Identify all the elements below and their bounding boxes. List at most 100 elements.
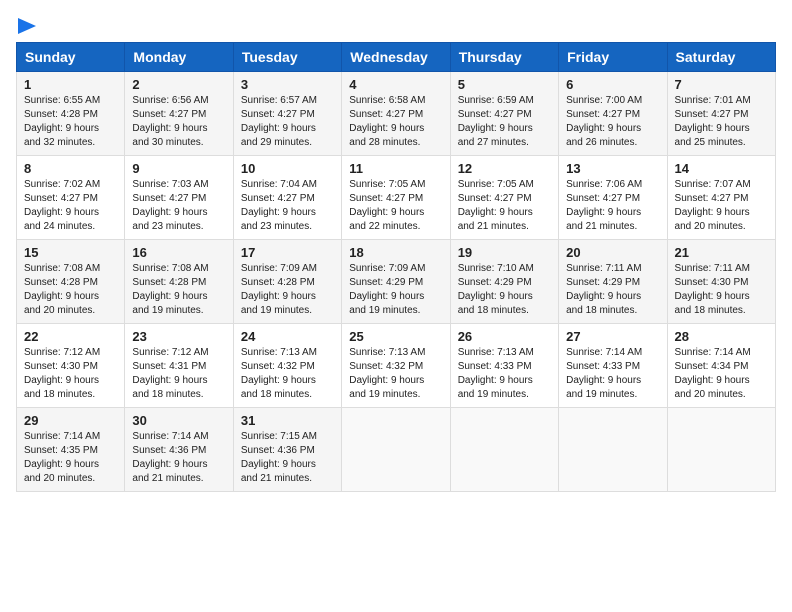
day-number: 5	[458, 77, 551, 92]
day-number: 21	[675, 245, 768, 260]
day-number: 19	[458, 245, 551, 260]
day-number: 1	[24, 77, 117, 92]
day-number: 30	[132, 413, 225, 428]
cell-content: Sunrise: 7:13 AMSunset: 4:32 PMDaylight:…	[241, 346, 334, 402]
calendar-cell: 14 Sunrise: 7:07 AMSunset: 4:27 PMDaylig…	[667, 156, 775, 240]
calendar-header-row: SundayMondayTuesdayWednesdayThursdayFrid…	[17, 43, 776, 72]
day-number: 2	[132, 77, 225, 92]
day-number: 14	[675, 161, 768, 176]
logo	[16, 16, 38, 34]
calendar-week-row: 15 Sunrise: 7:08 AMSunset: 4:28 PMDaylig…	[17, 240, 776, 324]
cell-content: Sunrise: 7:06 AMSunset: 4:27 PMDaylight:…	[566, 178, 659, 234]
cell-content: Sunrise: 7:12 AMSunset: 4:30 PMDaylight:…	[24, 346, 117, 402]
day-number: 27	[566, 329, 659, 344]
calendar-cell: 17 Sunrise: 7:09 AMSunset: 4:28 PMDaylig…	[233, 240, 341, 324]
calendar-cell: 3 Sunrise: 6:57 AMSunset: 4:27 PMDayligh…	[233, 72, 341, 156]
col-header-friday: Friday	[559, 43, 667, 72]
cell-content: Sunrise: 7:14 AMSunset: 4:34 PMDaylight:…	[675, 346, 768, 402]
calendar-week-row: 29 Sunrise: 7:14 AMSunset: 4:35 PMDaylig…	[17, 408, 776, 492]
day-number: 18	[349, 245, 442, 260]
calendar-cell: 5 Sunrise: 6:59 AMSunset: 4:27 PMDayligh…	[450, 72, 558, 156]
day-number: 28	[675, 329, 768, 344]
col-header-monday: Monday	[125, 43, 233, 72]
cell-content: Sunrise: 7:14 AMSunset: 4:36 PMDaylight:…	[132, 430, 225, 486]
day-number: 13	[566, 161, 659, 176]
calendar-cell: 30 Sunrise: 7:14 AMSunset: 4:36 PMDaylig…	[125, 408, 233, 492]
cell-content: Sunrise: 7:14 AMSunset: 4:35 PMDaylight:…	[24, 430, 117, 486]
day-number: 3	[241, 77, 334, 92]
day-number: 7	[675, 77, 768, 92]
calendar-cell: 26 Sunrise: 7:13 AMSunset: 4:33 PMDaylig…	[450, 324, 558, 408]
day-number: 9	[132, 161, 225, 176]
page-header	[16, 16, 776, 34]
day-number: 20	[566, 245, 659, 260]
calendar-cell: 29 Sunrise: 7:14 AMSunset: 4:35 PMDaylig…	[17, 408, 125, 492]
col-header-saturday: Saturday	[667, 43, 775, 72]
calendar-cell	[342, 408, 450, 492]
calendar-cell: 20 Sunrise: 7:11 AMSunset: 4:29 PMDaylig…	[559, 240, 667, 324]
day-number: 12	[458, 161, 551, 176]
calendar-cell: 4 Sunrise: 6:58 AMSunset: 4:27 PMDayligh…	[342, 72, 450, 156]
day-number: 26	[458, 329, 551, 344]
calendar-cell: 31 Sunrise: 7:15 AMSunset: 4:36 PMDaylig…	[233, 408, 341, 492]
calendar-cell: 13 Sunrise: 7:06 AMSunset: 4:27 PMDaylig…	[559, 156, 667, 240]
cell-content: Sunrise: 7:13 AMSunset: 4:32 PMDaylight:…	[349, 346, 442, 402]
cell-content: Sunrise: 7:12 AMSunset: 4:31 PMDaylight:…	[132, 346, 225, 402]
calendar-cell: 2 Sunrise: 6:56 AMSunset: 4:27 PMDayligh…	[125, 72, 233, 156]
cell-content: Sunrise: 7:07 AMSunset: 4:27 PMDaylight:…	[675, 178, 768, 234]
cell-content: Sunrise: 7:10 AMSunset: 4:29 PMDaylight:…	[458, 262, 551, 318]
calendar-cell: 16 Sunrise: 7:08 AMSunset: 4:28 PMDaylig…	[125, 240, 233, 324]
calendar-cell: 12 Sunrise: 7:05 AMSunset: 4:27 PMDaylig…	[450, 156, 558, 240]
logo-arrow-icon	[18, 16, 38, 36]
calendar-cell: 6 Sunrise: 7:00 AMSunset: 4:27 PMDayligh…	[559, 72, 667, 156]
cell-content: Sunrise: 7:13 AMSunset: 4:33 PMDaylight:…	[458, 346, 551, 402]
cell-content: Sunrise: 7:04 AMSunset: 4:27 PMDaylight:…	[241, 178, 334, 234]
cell-content: Sunrise: 7:08 AMSunset: 4:28 PMDaylight:…	[132, 262, 225, 318]
cell-content: Sunrise: 7:11 AMSunset: 4:30 PMDaylight:…	[675, 262, 768, 318]
cell-content: Sunrise: 6:58 AMSunset: 4:27 PMDaylight:…	[349, 94, 442, 150]
day-number: 31	[241, 413, 334, 428]
cell-content: Sunrise: 7:15 AMSunset: 4:36 PMDaylight:…	[241, 430, 334, 486]
calendar-cell: 10 Sunrise: 7:04 AMSunset: 4:27 PMDaylig…	[233, 156, 341, 240]
cell-content: Sunrise: 6:57 AMSunset: 4:27 PMDaylight:…	[241, 94, 334, 150]
cell-content: Sunrise: 7:14 AMSunset: 4:33 PMDaylight:…	[566, 346, 659, 402]
calendar-week-row: 8 Sunrise: 7:02 AMSunset: 4:27 PMDayligh…	[17, 156, 776, 240]
cell-content: Sunrise: 7:03 AMSunset: 4:27 PMDaylight:…	[132, 178, 225, 234]
cell-content: Sunrise: 7:09 AMSunset: 4:28 PMDaylight:…	[241, 262, 334, 318]
calendar-cell: 15 Sunrise: 7:08 AMSunset: 4:28 PMDaylig…	[17, 240, 125, 324]
calendar-cell: 28 Sunrise: 7:14 AMSunset: 4:34 PMDaylig…	[667, 324, 775, 408]
cell-content: Sunrise: 6:56 AMSunset: 4:27 PMDaylight:…	[132, 94, 225, 150]
calendar-cell: 24 Sunrise: 7:13 AMSunset: 4:32 PMDaylig…	[233, 324, 341, 408]
col-header-sunday: Sunday	[17, 43, 125, 72]
cell-content: Sunrise: 7:11 AMSunset: 4:29 PMDaylight:…	[566, 262, 659, 318]
day-number: 8	[24, 161, 117, 176]
calendar-cell: 23 Sunrise: 7:12 AMSunset: 4:31 PMDaylig…	[125, 324, 233, 408]
cell-content: Sunrise: 7:02 AMSunset: 4:27 PMDaylight:…	[24, 178, 117, 234]
calendar-cell: 27 Sunrise: 7:14 AMSunset: 4:33 PMDaylig…	[559, 324, 667, 408]
day-number: 6	[566, 77, 659, 92]
day-number: 17	[241, 245, 334, 260]
cell-content: Sunrise: 7:05 AMSunset: 4:27 PMDaylight:…	[458, 178, 551, 234]
calendar-cell	[559, 408, 667, 492]
cell-content: Sunrise: 6:55 AMSunset: 4:28 PMDaylight:…	[24, 94, 117, 150]
calendar-week-row: 1 Sunrise: 6:55 AMSunset: 4:28 PMDayligh…	[17, 72, 776, 156]
cell-content: Sunrise: 7:01 AMSunset: 4:27 PMDaylight:…	[675, 94, 768, 150]
cell-content: Sunrise: 6:59 AMSunset: 4:27 PMDaylight:…	[458, 94, 551, 150]
col-header-tuesday: Tuesday	[233, 43, 341, 72]
day-number: 15	[24, 245, 117, 260]
calendar-cell: 1 Sunrise: 6:55 AMSunset: 4:28 PMDayligh…	[17, 72, 125, 156]
day-number: 11	[349, 161, 442, 176]
calendar-cell: 21 Sunrise: 7:11 AMSunset: 4:30 PMDaylig…	[667, 240, 775, 324]
col-header-thursday: Thursday	[450, 43, 558, 72]
day-number: 22	[24, 329, 117, 344]
day-number: 25	[349, 329, 442, 344]
calendar-cell	[450, 408, 558, 492]
day-number: 4	[349, 77, 442, 92]
day-number: 24	[241, 329, 334, 344]
calendar-table: SundayMondayTuesdayWednesdayThursdayFrid…	[16, 42, 776, 492]
col-header-wednesday: Wednesday	[342, 43, 450, 72]
day-number: 23	[132, 329, 225, 344]
calendar-cell: 11 Sunrise: 7:05 AMSunset: 4:27 PMDaylig…	[342, 156, 450, 240]
day-number: 29	[24, 413, 117, 428]
calendar-week-row: 22 Sunrise: 7:12 AMSunset: 4:30 PMDaylig…	[17, 324, 776, 408]
